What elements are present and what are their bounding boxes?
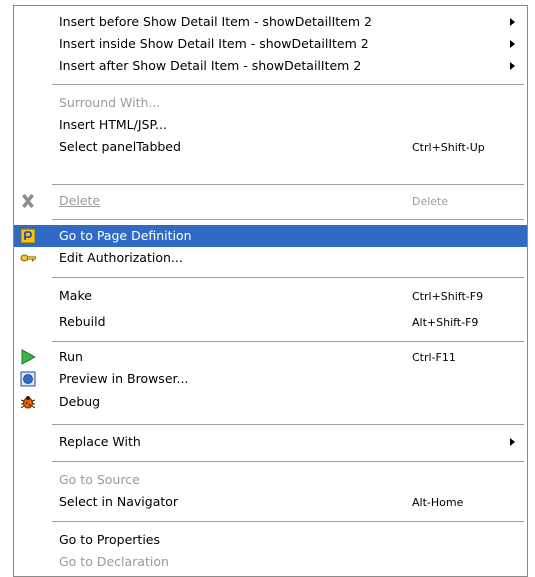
menu-item-label: Preview in Browser... xyxy=(59,371,189,386)
menu-item-make[interactable]: Make Ctrl+Shift-F9 xyxy=(14,285,527,307)
menu-item-label: Edit Authorization... xyxy=(59,250,183,265)
menu-item-shortcut: Delete xyxy=(412,195,449,208)
menu-item-go-to-source[interactable]: Go to Source xyxy=(14,469,527,491)
menu-item-select-in-navigator[interactable]: Select in Navigator Alt-Home xyxy=(14,491,527,513)
menu-separator xyxy=(52,184,524,185)
menu-item-label: Select panelTabbed xyxy=(59,139,181,154)
menu-item-debug[interactable]: Debug xyxy=(14,391,527,413)
submenu-arrow-icon xyxy=(510,18,515,26)
menu-item-insert-inside[interactable]: Insert inside Show Detail Item - showDet… xyxy=(14,33,527,55)
menu-item-preview-in-browser[interactable]: Preview in Browser... xyxy=(14,368,527,390)
context-menu: Insert before Show Detail Item - showDet… xyxy=(13,5,528,577)
menu-item-surround-with[interactable]: Surround With... xyxy=(14,92,527,114)
menu-item-label: Insert HTML/JSP... xyxy=(59,117,167,132)
menu-item-label: Make xyxy=(59,288,92,303)
menu-item-label: Go to Declaration xyxy=(59,554,169,569)
menu-item-insert-after[interactable]: Insert after Show Detail Item - showDeta… xyxy=(14,55,527,77)
menu-item-rebuild[interactable]: Rebuild Alt+Shift-F9 xyxy=(14,311,527,333)
menu-item-label: Insert inside Show Detail Item - showDet… xyxy=(59,36,369,51)
menu-item-label: Go to Page Definition xyxy=(59,228,192,243)
menu-item-label: Debug xyxy=(59,394,101,409)
menu-separator xyxy=(52,461,524,462)
menu-item-label: Select in Navigator xyxy=(59,494,179,509)
menu-item-shortcut: Ctrl+Shift-F9 xyxy=(412,290,484,303)
run-play-icon xyxy=(20,349,36,365)
menu-separator xyxy=(52,424,524,425)
menu-item-label: Run xyxy=(59,349,83,364)
menu-item-label: Surround With... xyxy=(59,95,161,110)
menu-item-select-paneltabbed[interactable]: Select panelTabbed Ctrl+Shift-Up xyxy=(14,136,527,158)
submenu-arrow-icon xyxy=(510,62,515,70)
menu-separator xyxy=(52,341,524,342)
delete-x-icon xyxy=(20,193,36,209)
submenu-arrow-icon xyxy=(510,40,515,48)
background-edge xyxy=(528,0,535,577)
menu-separator xyxy=(52,521,524,522)
menu-item-edit-authorization[interactable]: Edit Authorization... xyxy=(14,247,527,269)
menu-separator xyxy=(52,219,524,220)
menu-item-go-to-page-definition[interactable]: Go to Page Definition xyxy=(14,225,527,247)
menu-item-replace-with[interactable]: Replace With xyxy=(14,431,527,453)
debug-bug-icon xyxy=(20,394,36,410)
menu-separator xyxy=(52,277,524,278)
menu-item-label: Insert after Show Detail Item - showDeta… xyxy=(59,58,362,73)
menu-item-go-to-properties[interactable]: Go to Properties xyxy=(14,529,527,551)
menu-item-shortcut: Ctrl+Shift-Up xyxy=(412,141,485,154)
submenu-arrow-icon xyxy=(510,438,515,446)
menu-item-insert-html-jsp[interactable]: Insert HTML/JSP... xyxy=(14,114,527,136)
menu-item-shortcut: Ctrl-F11 xyxy=(412,351,456,364)
menu-item-label: Insert before Show Detail Item - showDet… xyxy=(59,14,372,29)
page-definition-icon xyxy=(20,228,36,244)
menu-item-label: Go to Properties xyxy=(59,532,161,547)
menu-item-label: Delete xyxy=(59,193,101,208)
menu-item-go-to-declaration[interactable]: Go to Declaration xyxy=(14,551,527,573)
menu-item-label: Go to Source xyxy=(59,472,140,487)
menu-item-insert-before[interactable]: Insert before Show Detail Item - showDet… xyxy=(14,11,527,33)
menu-item-shortcut: Alt-Home xyxy=(412,496,464,509)
menu-item-run[interactable]: Run Ctrl-F11 xyxy=(14,346,527,368)
key-icon xyxy=(20,250,36,266)
menu-item-delete[interactable]: Delete Delete xyxy=(14,190,527,212)
menu-item-label: Rebuild xyxy=(59,314,106,329)
menu-separator xyxy=(52,84,524,85)
browser-preview-icon xyxy=(20,371,36,387)
menu-item-shortcut: Alt+Shift-F9 xyxy=(412,316,479,329)
menu-item-label: Replace With xyxy=(59,434,141,449)
